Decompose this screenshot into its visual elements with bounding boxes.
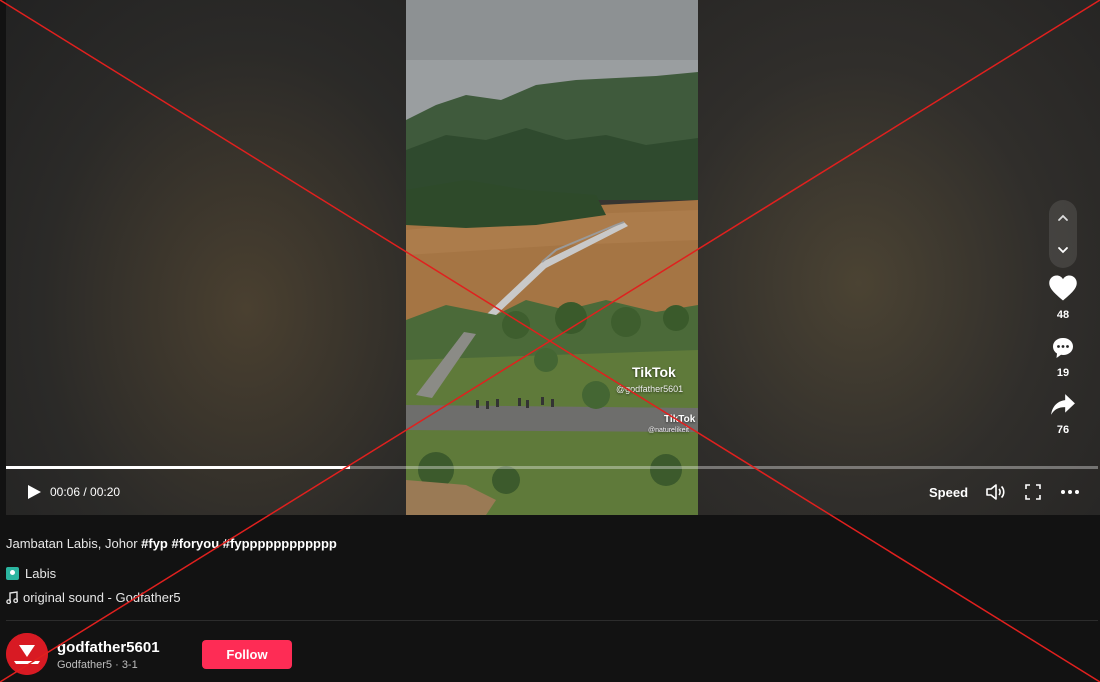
video-player[interactable]: TikTok @godfather5601 TikTok @naturelike… <box>6 0 1100 515</box>
follow-button[interactable]: Follow <box>202 640 292 669</box>
location-link[interactable]: Labis <box>6 566 56 581</box>
share-icon <box>1051 394 1075 415</box>
video-blur-background-right <box>698 0 1100 515</box>
more-icon <box>1061 490 1079 494</box>
like-button[interactable]: 48 <box>1043 274 1083 321</box>
share-button[interactable]: 76 <box>1043 393 1083 436</box>
author-username[interactable]: godfather5601 <box>57 639 160 656</box>
tiktok-watermark-secondary-handle: @naturelikeit <box>648 427 689 434</box>
location-pin-icon <box>6 567 19 580</box>
video-scene-image <box>406 0 698 515</box>
next-video-button[interactable] <box>1049 236 1077 264</box>
video-controls: 00:06 / 00:20 Speed <box>6 476 1098 508</box>
hashtag-link[interactable]: #fyp <box>141 536 168 551</box>
more-options-button[interactable] <box>1060 476 1080 508</box>
video-progress-bar[interactable] <box>6 466 1098 469</box>
like-count: 48 <box>1056 309 1070 321</box>
video-frame[interactable]: TikTok @godfather5601 TikTok @naturelike… <box>406 0 698 515</box>
comment-icon <box>1053 338 1073 358</box>
video-caption: Jambatan Labis, Johor #fyp #foryou #fypp… <box>6 536 337 551</box>
fullscreen-button[interactable] <box>1025 476 1041 508</box>
tiktok-watermark-handle: @godfather5601 <box>616 384 684 394</box>
author-subtitle: Godfather5 · 3-1 <box>57 659 138 671</box>
video-navigation <box>1049 200 1077 268</box>
video-blur-background-left <box>6 0 406 515</box>
author-avatar[interactable] <box>6 633 48 675</box>
divider <box>6 620 1098 621</box>
play-icon <box>28 485 41 499</box>
music-note-icon <box>6 591 18 604</box>
hashtag-link[interactable]: #fypppppppppppp <box>223 536 337 551</box>
sound-name: original sound - Godfather5 <box>23 590 181 605</box>
comment-count: 19 <box>1056 367 1070 379</box>
volume-button[interactable] <box>986 476 1006 508</box>
avatar-logo <box>6 633 48 675</box>
caption-text: Jambatan Labis, Johor <box>6 536 142 551</box>
play-button[interactable] <box>26 476 42 508</box>
fullscreen-icon <box>1025 484 1041 500</box>
hashtag-link[interactable]: #foryou <box>172 536 220 551</box>
sound-link[interactable]: original sound - Godfather5 <box>6 590 181 605</box>
tiktok-watermark-secondary: TikTok <box>664 414 696 425</box>
heart-icon <box>1049 275 1077 301</box>
previous-video-button[interactable] <box>1049 204 1077 232</box>
comment-button[interactable]: 19 <box>1043 336 1083 379</box>
tiktok-watermark: TikTok <box>632 364 676 380</box>
chevron-down-icon <box>1058 247 1068 254</box>
location-name: Labis <box>25 566 57 581</box>
video-time: 00:06 / 00:20 <box>50 485 121 499</box>
share-count: 76 <box>1056 424 1070 436</box>
volume-icon <box>986 484 1005 500</box>
speed-button[interactable]: Speed <box>929 476 968 508</box>
chevron-up-icon <box>1058 214 1068 221</box>
video-progress-fill <box>6 466 350 469</box>
